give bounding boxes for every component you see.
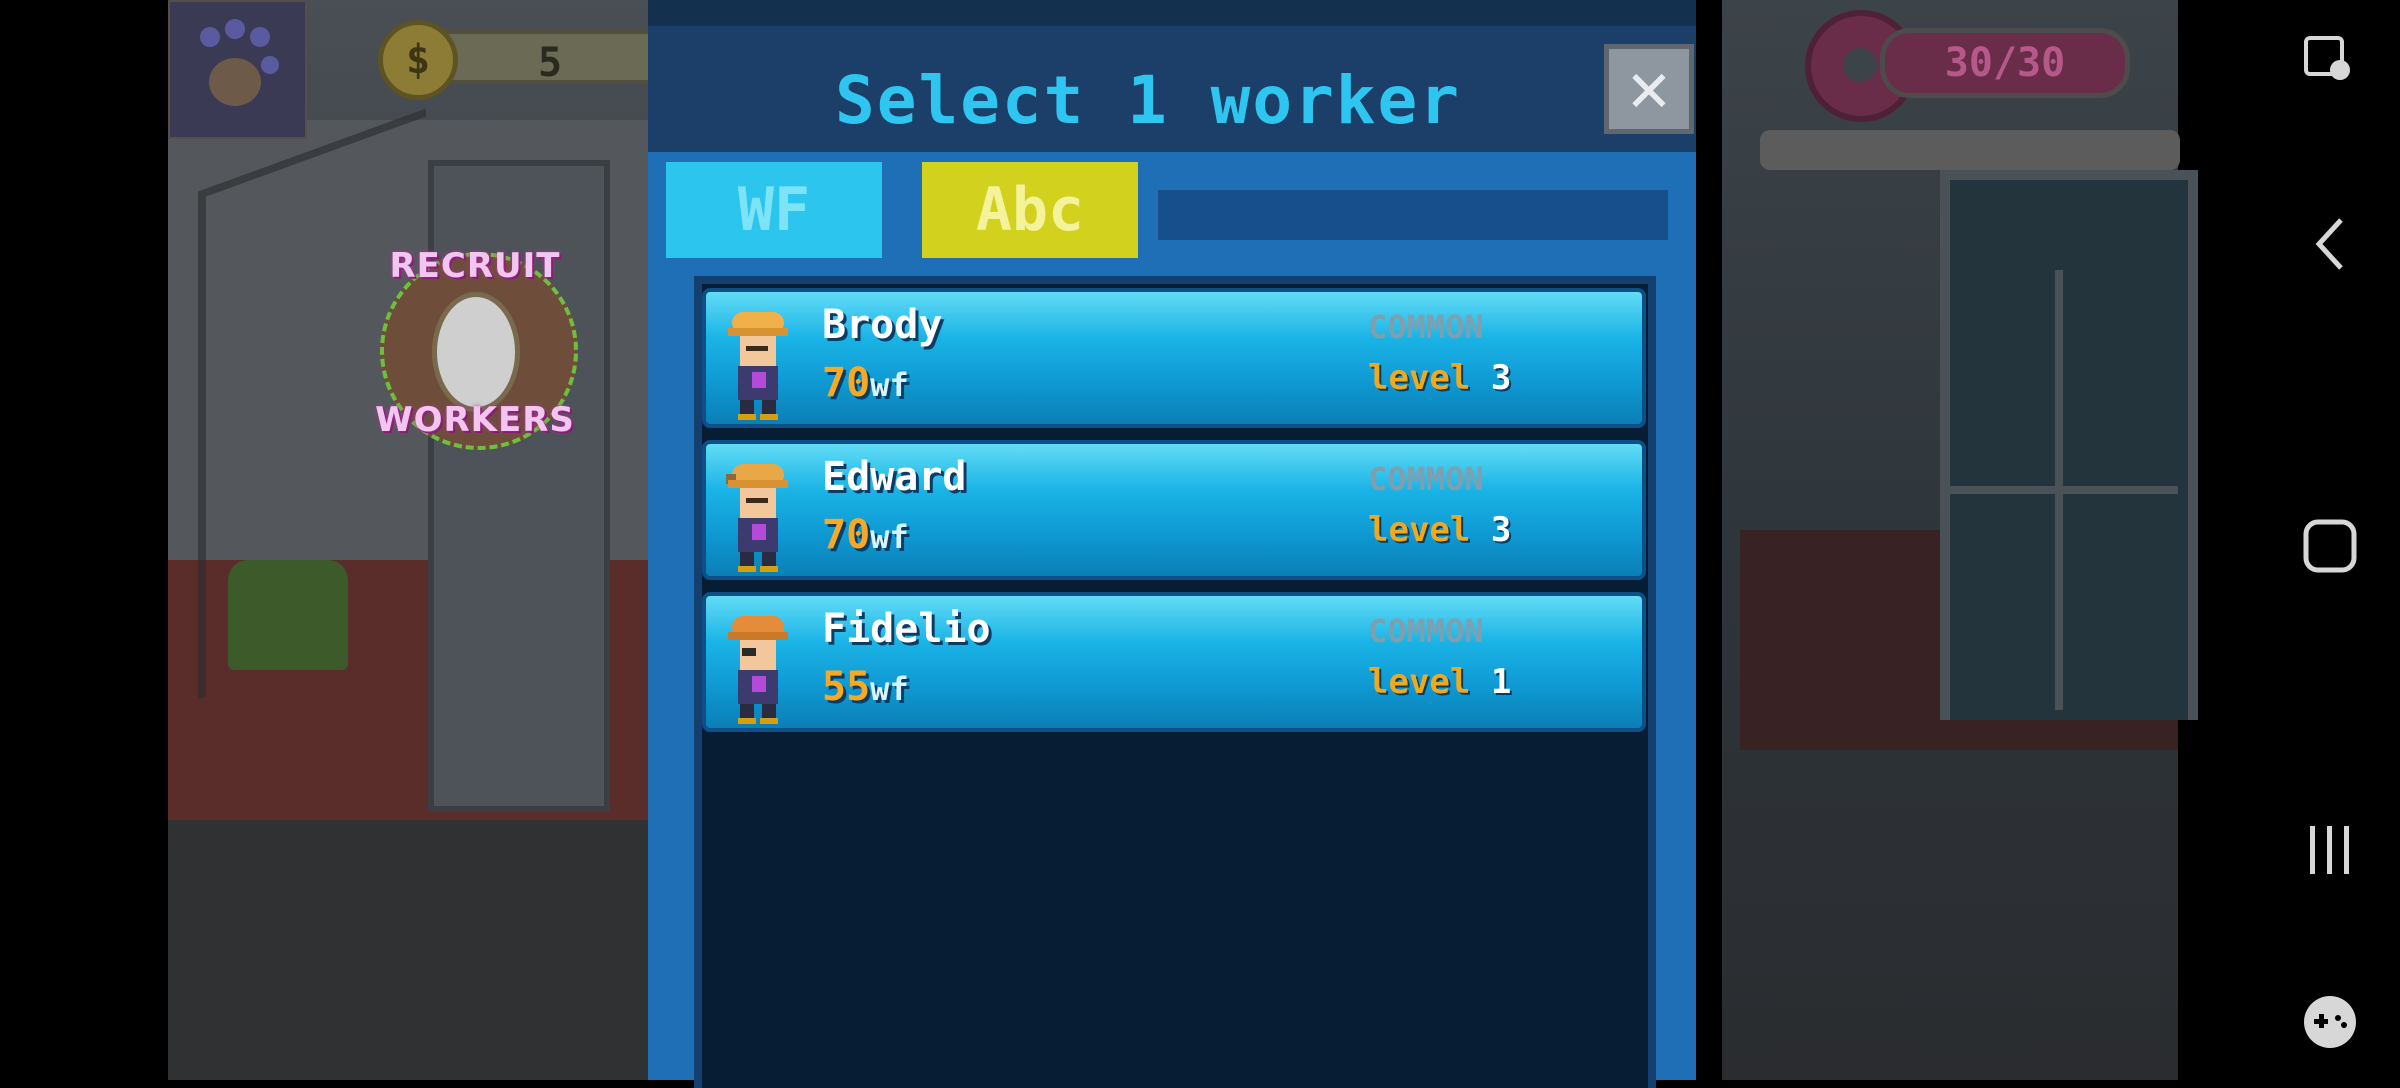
home-icon[interactable]: [2290, 506, 2370, 586]
level-label: level: [1368, 358, 1471, 398]
wf-value: 70: [822, 512, 871, 558]
worker-rarity: COMMON: [1368, 460, 1484, 498]
sort-tab-wf[interactable]: WF: [666, 162, 882, 258]
worker-level: level 1: [1368, 662, 1511, 702]
worker-name: Edward: [822, 454, 967, 500]
recruit-label-line1: RECRUIT: [389, 246, 561, 286]
worker-row-brody[interactable]: Brody 70wf COMMON level 3: [702, 288, 1646, 428]
paw-icon: [200, 19, 279, 106]
plant: [228, 560, 348, 670]
worker-wf: 70wf: [822, 512, 909, 558]
coin-count: 5: [538, 40, 563, 86]
worker-row-fidelio[interactable]: Fidelio 55wf COMMON level 1: [702, 592, 1646, 732]
donut-counter: 30/30: [1880, 28, 2130, 98]
worker-row-edward[interactable]: Edward 70wf COMMON level 3: [702, 440, 1646, 580]
worker-avatar-icon: [728, 616, 788, 724]
game-tools-icon[interactable]: [2290, 982, 2370, 1062]
wf-unit: wf: [870, 670, 909, 708]
select-worker-dialog: Select 1 worker ✕ WF Abc Brody 70wf COMM…: [648, 0, 1696, 1088]
coin-icon: $: [378, 20, 458, 100]
wf-value: 55: [822, 664, 871, 710]
accessibility-icon[interactable]: [2290, 20, 2370, 100]
worker-avatar-icon: [726, 464, 788, 572]
worker-level: level 3: [1368, 358, 1511, 398]
level-label: level: [1368, 662, 1471, 702]
worker-name: Brody: [822, 302, 943, 348]
worker-wf: 70wf: [822, 360, 909, 406]
window-grid: [1940, 270, 2178, 710]
worker-wf: 55wf: [822, 664, 909, 710]
level-value: 3: [1490, 510, 1512, 550]
worker-level: level 3: [1368, 510, 1511, 550]
mystery-worker-silhouette: [432, 292, 520, 412]
recruit-label-line2: WORKERS: [375, 400, 575, 440]
worker-rarity: COMMON: [1368, 308, 1484, 346]
wf-unit: wf: [870, 366, 909, 404]
level-label: level: [1368, 510, 1471, 550]
sort-tab-abc[interactable]: Abc: [922, 162, 1138, 258]
close-button[interactable]: ✕: [1604, 44, 1694, 134]
level-value: 3: [1490, 358, 1512, 398]
back-icon[interactable]: [2290, 204, 2370, 284]
wf-value: 70: [822, 360, 871, 406]
hud-portrait-panel[interactable]: [168, 0, 307, 139]
wf-unit: wf: [870, 518, 909, 556]
worker-name: Fidelio: [822, 606, 991, 652]
worker-avatar-icon: [728, 312, 788, 420]
tabs-decoration: [1158, 190, 1668, 240]
dialog-title: Select 1 worker: [834, 62, 1462, 139]
recents-icon[interactable]: [2290, 810, 2370, 890]
level-value: 1: [1490, 662, 1512, 702]
balcony-railing: [1760, 130, 2180, 170]
worker-rarity: COMMON: [1368, 612, 1484, 650]
recruit-workers-button[interactable]: RECRUIT WORKERS: [360, 232, 590, 472]
